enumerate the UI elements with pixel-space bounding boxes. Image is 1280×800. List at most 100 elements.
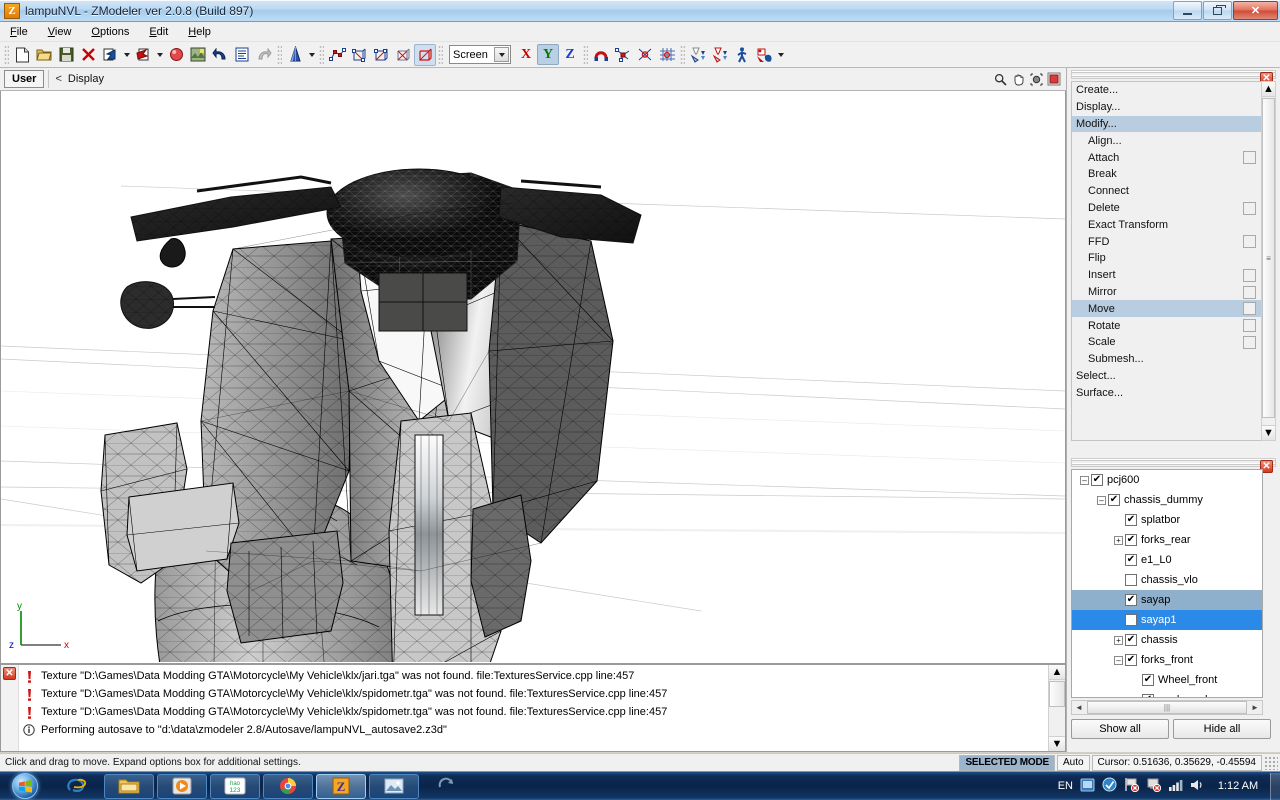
menu-file[interactable]: File <box>0 24 38 40</box>
scroll-down-arrow-icon[interactable]: ▼ <box>1262 425 1275 440</box>
snap-vertex-icon[interactable] <box>612 44 634 66</box>
viewport-view-button[interactable]: User <box>4 70 45 88</box>
command-item-option-box[interactable] <box>1243 302 1256 316</box>
log-scroll-down-icon[interactable]: ▼ <box>1049 736 1065 751</box>
import-icon[interactable] <box>99 44 121 66</box>
tree-collapse-icon[interactable]: – <box>1114 655 1123 665</box>
taskbar-zmodeler-icon[interactable]: Z <box>316 773 366 799</box>
chevron-down-icon[interactable] <box>494 47 509 62</box>
command-item-submesh[interactable]: Submesh... <box>1072 351 1262 368</box>
select-face-icon[interactable] <box>348 44 370 66</box>
tray-signal-bars-icon[interactable] <box>1168 778 1183 795</box>
menu-help[interactable]: Help <box>178 24 221 40</box>
command-item-create[interactable]: Create... <box>1072 82 1262 99</box>
hscroll-right-arrow-icon[interactable]: ► <box>1248 701 1262 714</box>
tree-collapse-icon[interactable]: – <box>1080 475 1089 485</box>
tree-node-checkbox[interactable]: ✔ <box>1125 634 1137 646</box>
select-object-icon[interactable] <box>392 44 414 66</box>
command-item-connect[interactable]: Connect <box>1072 183 1262 200</box>
taskbar-internet-explorer-icon[interactable] <box>51 774 101 799</box>
tree-node-chassis[interactable]: + ✔ chassis <box>1072 630 1262 650</box>
command-item-option-box[interactable] <box>1243 201 1256 215</box>
tree-node-checkbox[interactable]: ✔ <box>1125 534 1137 546</box>
axis-z-button[interactable]: Z <box>559 44 581 65</box>
tray-security-icon[interactable] <box>1102 777 1117 795</box>
tree-node-checkbox[interactable]: ✔ <box>1125 594 1137 606</box>
toolbar-grip-3[interactable] <box>319 44 324 65</box>
zoom-magnifier-icon[interactable] <box>992 70 1008 88</box>
menu-edit[interactable]: Edit <box>139 24 178 40</box>
resize-grip[interactable] <box>1264 755 1278 770</box>
status-selected-mode[interactable]: SELECTED MODE <box>959 754 1055 771</box>
command-item-attach[interactable]: Attach <box>1072 149 1262 166</box>
select-active-icon[interactable] <box>414 43 436 66</box>
command-item-display[interactable]: Display... <box>1072 99 1262 116</box>
tree-node-chassis_dummy[interactable]: – ✔ chassis_dummy <box>1072 490 1262 510</box>
command-item-delete[interactable]: Delete <box>1072 200 1262 217</box>
command-item-align[interactable]: Align... <box>1072 132 1262 149</box>
toolbar-grip[interactable] <box>4 44 9 65</box>
hscroll-left-arrow-icon[interactable]: ◄ <box>1072 701 1086 714</box>
tree-node-wheel_front[interactable]: ✔ Wheel_front <box>1072 670 1262 690</box>
viewport-back-chevron-icon[interactable]: < <box>55 73 61 85</box>
import-dropdown-arrow[interactable] <box>121 44 132 66</box>
command-panel-scrollbar[interactable]: ▲ ≡ ▼ <box>1261 81 1276 441</box>
tree-node-chassis_vlo[interactable]: chassis_vlo <box>1072 570 1262 590</box>
scene-tree[interactable]: – ✔ pcj600– ✔ chassis_dummy ✔ splatbor + ✔ forks_… <box>1071 469 1263 698</box>
close-button[interactable]: ✕ <box>1233 1 1278 20</box>
log-entry[interactable]: Texture "D:\Games\Data Modding GTA\Motor… <box>21 685 1047 703</box>
scroll-thumb[interactable]: ≡ <box>1262 98 1275 418</box>
command-item-option-box[interactable] <box>1243 335 1256 349</box>
tree-node-checkbox[interactable]: ✔ <box>1091 474 1103 486</box>
menu-options[interactable]: Options <box>81 24 139 40</box>
command-panel-grip[interactable]: ✕ <box>1071 70 1276 85</box>
properties-icon[interactable] <box>231 44 253 66</box>
menu-view[interactable]: View <box>38 24 82 40</box>
select-poly-icon[interactable] <box>370 44 392 66</box>
hscroll-thumb[interactable]: ||| <box>1087 701 1247 714</box>
scroll-up-arrow-icon[interactable]: ▲ <box>1262 82 1275 97</box>
tree-node-checkbox[interactable]: ✔ <box>1125 514 1137 526</box>
render-sphere-icon[interactable] <box>165 44 187 66</box>
command-item-option-box[interactable] <box>1243 319 1256 333</box>
open-folder-icon[interactable] <box>33 44 55 66</box>
tray-network-error-icon[interactable] <box>1146 777 1162 795</box>
tree-node-splatbor[interactable]: ✔ splatbor <box>1072 510 1262 530</box>
tree-node-mudguard[interactable]: ✔ mudguard <box>1072 690 1262 697</box>
pan-hand-icon[interactable] <box>1010 70 1026 88</box>
toolbar-grip-6[interactable] <box>680 44 685 65</box>
command-item-ffd[interactable]: FFD <box>1072 233 1262 250</box>
toolbar-grip-4[interactable] <box>438 44 443 65</box>
restore-button[interactable] <box>1203 1 1232 20</box>
tray-clock[interactable]: 1:12 AM <box>1212 780 1264 792</box>
tree-node-e1_l0[interactable]: ✔ e1_L0 <box>1072 550 1262 570</box>
command-item-move[interactable]: Move <box>1072 300 1262 318</box>
command-item-break[interactable]: Break <box>1072 166 1262 183</box>
axis-x-button[interactable]: X <box>515 44 537 65</box>
cone-primitive-icon[interactable] <box>284 44 306 66</box>
close-x-icon[interactable] <box>77 44 99 66</box>
save-disk-icon[interactable] <box>55 44 77 66</box>
start-orb-icon[interactable] <box>2 773 48 800</box>
viewport-3d-canvas[interactable]: y x z <box>0 91 1066 664</box>
tray-language-indicator[interactable]: EN <box>1058 780 1073 792</box>
tray-flag-alert-icon[interactable] <box>1124 777 1140 795</box>
log-entry[interactable]: Texture "D:\Games\Data Modding GTA\Motor… <box>21 667 1047 685</box>
hide-all-button[interactable]: Hide all <box>1173 719 1271 739</box>
toolbar-grip-2[interactable] <box>277 44 282 65</box>
scene-tree-grip[interactable]: ✕ <box>1071 458 1276 473</box>
biped-icon[interactable] <box>731 44 753 66</box>
taskbar-photo-viewer-icon[interactable] <box>369 773 419 799</box>
maximize-viewport-icon[interactable] <box>1046 70 1062 88</box>
undo-icon[interactable] <box>209 44 231 66</box>
tray-tablet-icon[interactable] <box>1080 778 1095 795</box>
command-item-select[interactable]: Select... <box>1072 368 1262 385</box>
tree-node-checkbox[interactable]: ✔ <box>1125 554 1137 566</box>
filter-2-icon[interactable] <box>709 44 731 66</box>
command-item-option-box[interactable] <box>1243 151 1256 165</box>
render-settings-icon[interactable] <box>753 44 775 66</box>
command-item-exact-transform[interactable]: Exact Transform <box>1072 216 1262 233</box>
snap-grid-icon[interactable] <box>656 44 678 66</box>
tree-node-checkbox[interactable] <box>1125 574 1137 586</box>
command-item-option-box[interactable] <box>1243 268 1256 282</box>
